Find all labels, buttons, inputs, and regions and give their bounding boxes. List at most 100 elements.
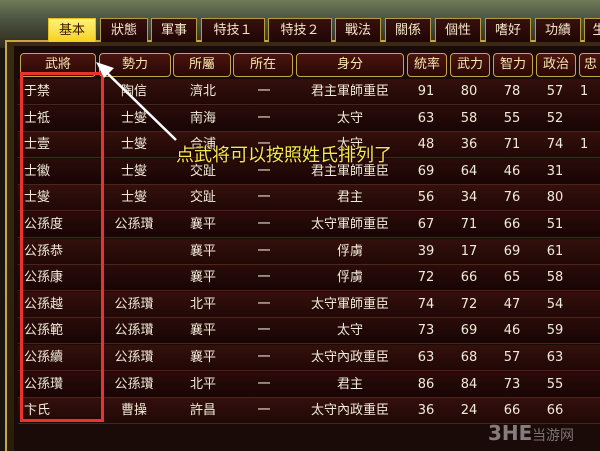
cell-force: 士燮 [120, 190, 147, 206]
cell-affiliation: 交趾 [189, 190, 216, 206]
cell-politics: 58 [546, 270, 564, 286]
table-row[interactable]: 士祗 士燮 南海 一 太守 63 58 55 52 [18, 105, 600, 132]
cell-rank: 太守內政重臣 [310, 403, 389, 419]
tab-merit[interactable]: 功績 [535, 18, 581, 42]
column-header-intelligence[interactable]: 智力 [493, 53, 533, 77]
cell-general: 公孫越 [24, 296, 64, 312]
cell-location: 一 [257, 110, 271, 126]
cell-leadership: 74 [417, 296, 435, 312]
cell-loyalty [580, 159, 600, 185]
cell-affiliation: 襄平 [189, 243, 216, 259]
cell-leadership: 56 [417, 190, 435, 206]
cell-location: 一 [257, 323, 271, 339]
table-row[interactable]: 于禁 陶信 濟北 一 君主軍師重臣 91 80 78 57 1 [18, 79, 600, 105]
column-header-rank[interactable]: 身分 [296, 53, 404, 77]
cell-intelligence: 47 [503, 296, 521, 312]
column-header-force[interactable]: 勢力 [99, 53, 171, 77]
cell-intelligence: 66 [503, 217, 521, 232]
cell-leadership: 36 [417, 403, 435, 419]
column-header-location[interactable]: 所在 [233, 53, 293, 77]
tab-tactics[interactable]: 戰法 [335, 18, 381, 42]
cell-loyalty [580, 212, 600, 238]
cell-loyalty [580, 265, 600, 291]
tab-basic[interactable]: 基本 [48, 18, 96, 42]
cell-general: 公孫範 [24, 323, 64, 339]
cell-leadership: 69 [417, 163, 435, 179]
cell-loyalty: 1 [580, 137, 589, 153]
cell-politics: 57 [546, 84, 564, 99]
cell-force: 曹操 [120, 403, 147, 419]
game-screen: 基本 狀態 軍事 特技１ 特技２ 戰法 關係 個性 嗜好 功績 生 武將 勢力 … [0, 0, 600, 451]
cell-leadership: 39 [417, 243, 435, 259]
column-header-general[interactable]: 武將 [20, 53, 96, 77]
cell-affiliation: 北平 [189, 296, 216, 312]
annotation-text: 点武将可以按照姓氏排列了 [176, 145, 392, 166]
tab-skill-2[interactable]: 特技２ [268, 18, 332, 42]
table-row[interactable]: 公孫康 襄平 一 俘虜 72 66 65 58 [18, 265, 600, 292]
table-row[interactable]: 公孫越 公孫瓚 北平 一 太守軍師重臣 74 72 47 54 [18, 291, 600, 318]
cell-force: 公孫瓚 [114, 217, 154, 232]
table-row[interactable]: 公孫範 公孫瓚 襄平 一 太守 73 69 46 59 [18, 318, 600, 345]
watermark: 3HE 当游网 [488, 421, 596, 449]
cell-leadership: 63 [417, 110, 435, 126]
table-row[interactable]: 士燮 士燮 交趾 一 君主 56 34 76 80 [18, 185, 600, 212]
cell-war: 66 [460, 270, 478, 286]
cell-loyalty [580, 185, 600, 211]
table-row[interactable]: 公孫續 公孫瓚 襄平 一 太守內政重臣 63 68 57 63 [18, 345, 600, 371]
tab-skill-1[interactable]: 特技１ [201, 18, 265, 42]
column-header-loyalty[interactable]: 忠 [579, 53, 600, 77]
cell-general: 于禁 [24, 84, 51, 99]
column-header-war[interactable]: 武力 [450, 53, 490, 77]
tab-life[interactable]: 生 [584, 18, 600, 42]
cell-politics: 52 [546, 110, 564, 126]
cell-war: 72 [460, 296, 478, 312]
column-header-politics[interactable]: 政治 [536, 53, 576, 77]
watermark-site: 当游网 [532, 428, 574, 444]
column-header-leadership[interactable]: 統率 [407, 53, 447, 77]
cell-general: 士燮 [24, 190, 51, 206]
cell-location: 一 [257, 270, 271, 286]
table-row[interactable]: 公孫度 公孫瓚 襄平 一 太守軍師重臣 67 71 66 51 [18, 212, 600, 238]
cell-loyalty [580, 292, 600, 318]
table-row[interactable]: 公孫瓚 公孫瓚 北平 一 君主 86 84 73 55 [18, 371, 600, 398]
tab-hobby[interactable]: 嗜好 [485, 18, 531, 42]
cell-war: 36 [460, 137, 478, 153]
cell-force: 公孫瓚 [114, 350, 154, 365]
cell-loyalty [580, 318, 600, 344]
tab-relations[interactable]: 關係 [385, 18, 431, 42]
tab-military[interactable]: 軍事 [151, 18, 197, 42]
cell-general: 卞氏 [24, 403, 51, 419]
cell-general: 公孫度 [24, 217, 64, 232]
cell-war: 58 [460, 110, 478, 126]
cell-affiliation: 許昌 [189, 403, 216, 419]
cell-intelligence: 46 [503, 163, 521, 179]
cell-intelligence: 71 [503, 137, 521, 153]
cell-rank: 太守軍師重臣 [310, 296, 389, 312]
cell-location: 一 [257, 84, 271, 99]
cell-leadership: 91 [417, 84, 435, 99]
cell-force [98, 265, 170, 291]
cell-affiliation: 襄平 [189, 323, 216, 339]
cell-war: 69 [460, 323, 478, 339]
tab-personality[interactable]: 個性 [435, 18, 481, 42]
column-header-affiliation[interactable]: 所屬 [173, 53, 231, 77]
cell-location: 一 [257, 243, 271, 259]
cell-leadership: 86 [417, 376, 435, 392]
tab-status[interactable]: 狀態 [100, 18, 148, 42]
table-row[interactable]: 公孫恭 襄平 一 俘虜 39 17 69 61 [18, 238, 600, 265]
cell-general: 公孫康 [24, 270, 64, 286]
cell-force: 公孫瓚 [114, 296, 154, 312]
cell-intelligence: 57 [503, 350, 521, 365]
cell-leadership: 48 [417, 137, 435, 153]
cell-force: 士燮 [120, 137, 147, 153]
cell-loyalty [580, 106, 600, 132]
cell-location: 一 [257, 376, 271, 392]
cell-leadership: 63 [417, 350, 435, 365]
cell-force: 陶信 [120, 84, 147, 99]
cell-intelligence: 78 [503, 84, 521, 99]
cell-force: 公孫瓚 [114, 323, 154, 339]
cell-war: 17 [460, 243, 478, 259]
watermark-brand: 3HE [488, 421, 533, 445]
cell-general: 士壹 [24, 137, 51, 153]
cell-loyalty [580, 345, 600, 371]
